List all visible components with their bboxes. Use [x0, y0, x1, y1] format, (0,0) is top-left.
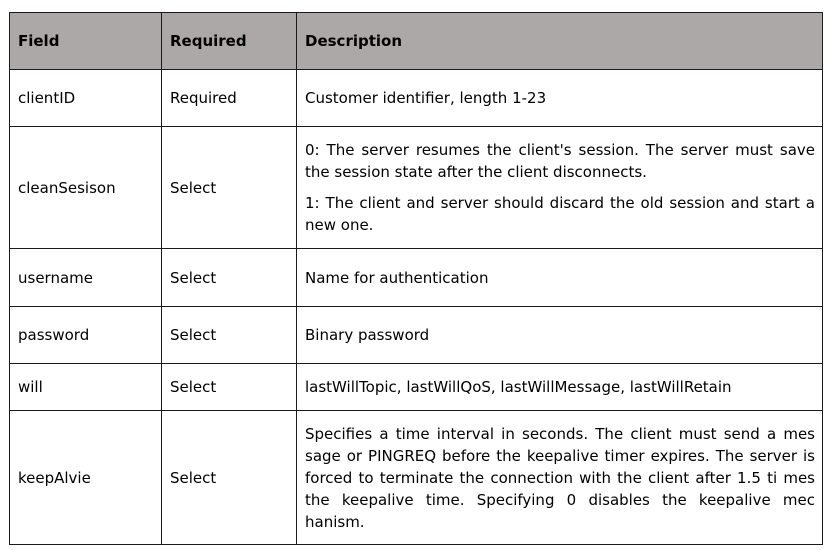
table-row-will: will Select lastWillTopic, lastWillQoS, …	[9, 363, 823, 411]
description-text: Binary password	[305, 326, 430, 344]
description-cell: Name for authentication	[296, 248, 823, 307]
field-cell: will	[9, 363, 162, 411]
description-text: Specifies a time interval in seconds. Th…	[305, 424, 815, 531]
table-header: Field Required Description	[9, 12, 823, 70]
description-cell: Binary password	[296, 306, 823, 364]
description-cell: 0: The server resumes the client's sessi…	[296, 126, 823, 249]
description-text: Name for authentication	[305, 268, 489, 287]
required-cell: Select	[161, 306, 297, 364]
required-cell: Select	[161, 126, 297, 249]
table-body: clientID Required Customer identifier, l…	[9, 69, 823, 545]
field-cell: cleanSesison	[9, 126, 162, 249]
header-row: Field Required Description	[9, 12, 823, 70]
required-cell: Required	[161, 69, 297, 127]
connect-fields-table: Field Required Description clientID Requ…	[9, 12, 823, 545]
field-cell: password	[9, 306, 162, 364]
header-description: Description	[296, 12, 823, 70]
required-cell: Select	[161, 410, 297, 545]
required-cell: Select	[161, 248, 297, 307]
required-cell: Select	[161, 363, 297, 411]
table-row-keepalive: keepAlvie Select Specifies a time interv…	[9, 410, 823, 545]
description-text: 1: The client and server should discard …	[305, 194, 815, 234]
header-field: Field	[9, 12, 162, 70]
description-text: lastWillTopic, lastWillQoS, lastWillMess…	[305, 378, 732, 396]
description-cell: lastWillTopic, lastWillQoS, lastWillMess…	[296, 363, 823, 411]
field-cell: keepAlvie	[9, 410, 162, 545]
description-cell: Specifies a time interval in seconds. Th…	[296, 410, 823, 545]
description-text: 0: The server resumes the client's sessi…	[305, 141, 815, 181]
table-row-clientid: clientID Required Customer identifier, l…	[9, 69, 823, 127]
header-required: Required	[161, 12, 297, 70]
table-row-password: password Select Binary password	[9, 306, 823, 364]
field-cell: username	[9, 248, 162, 307]
table-row-cleansession: cleanSesison Select 0: The server resume…	[9, 126, 823, 249]
field-cell: clientID	[9, 69, 162, 127]
description-text: Customer identifier, length 1-23	[305, 89, 547, 107]
description-cell: Customer identifier, length 1-23	[296, 69, 823, 127]
table-row-username: username Select Name for authentication	[9, 248, 823, 307]
